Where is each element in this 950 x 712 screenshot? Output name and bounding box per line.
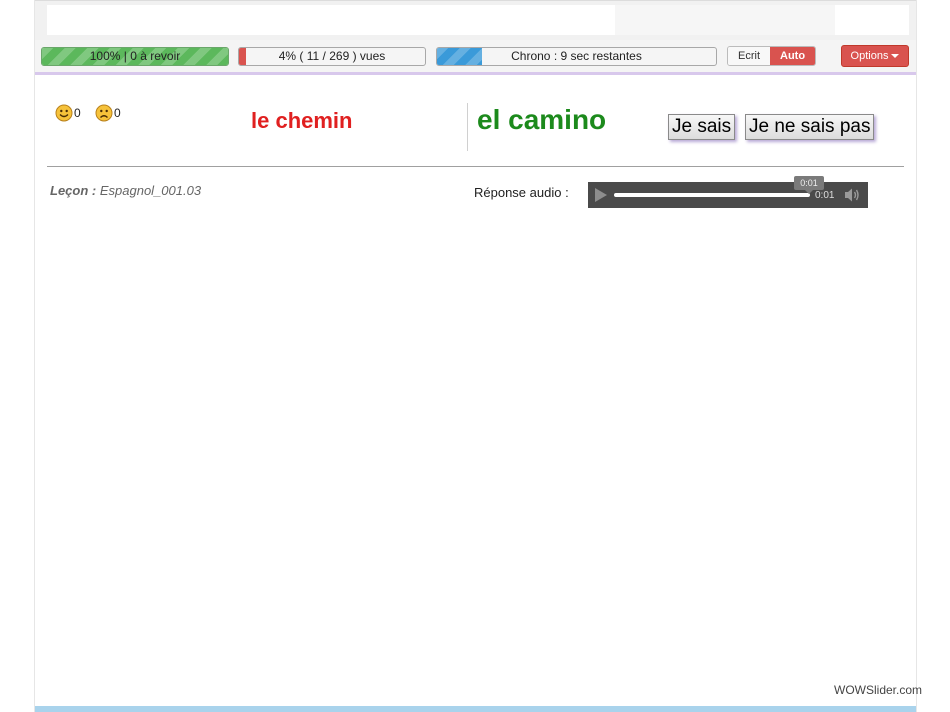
smiley-happy-icon	[55, 104, 73, 122]
smiley-sad-icon	[95, 104, 113, 122]
sad-count: 0	[114, 106, 121, 120]
seek-time-tooltip: 0:01	[794, 176, 824, 194]
chrono-progress-bar: Chrono : 9 sec restantes	[436, 47, 717, 66]
chrono-progress-text: Chrono : 9 sec restantes	[511, 49, 642, 63]
play-icon[interactable]	[595, 188, 607, 202]
header-panel-left	[47, 5, 615, 35]
mode-auto-button[interactable]: Auto	[770, 47, 816, 65]
options-label: Options	[850, 50, 889, 62]
sad-counter: 0	[95, 104, 121, 122]
header-panel-middle	[615, 5, 835, 35]
lesson-name: Espagnol_001.03	[99, 183, 202, 198]
bottom-bar	[35, 706, 916, 712]
header-panel-right	[835, 5, 909, 35]
answer-word: el camino	[477, 104, 607, 135]
views-progress-bar: 4% ( 11 / 269 ) vues	[238, 47, 426, 66]
options-button[interactable]: Options	[841, 45, 909, 67]
section-divider	[47, 166, 904, 167]
app-frame: 100% | 0 à revoir 4% ( 11 / 269 ) vues C…	[34, 0, 917, 712]
views-progress-text: 4% ( 11 / 269 ) vues	[278, 49, 386, 63]
review-progress-text: 100% | 0 à revoir	[89, 49, 181, 63]
i-know-button[interactable]: Je sais	[668, 114, 736, 140]
caret-down-icon	[891, 54, 900, 59]
audio-player: 0:01	[588, 182, 868, 208]
audio-seek-bar[interactable]	[614, 193, 810, 197]
audio-current-time: 0:01	[815, 190, 835, 201]
progress-toolbar: 100% | 0 à revoir 4% ( 11 / 269 ) vues C…	[35, 40, 916, 75]
happy-count: 0	[74, 106, 81, 120]
mode-written-button[interactable]: Ecrit	[728, 47, 770, 65]
review-progress-bar: 100% | 0 à revoir	[41, 47, 229, 66]
card-divider	[467, 103, 468, 151]
lesson-info: Leçon : Espagnol_001.03	[50, 183, 201, 198]
lesson-label: Leçon :	[50, 183, 97, 198]
i-dont-know-button[interactable]: Je ne sais pas	[745, 114, 875, 140]
volume-icon[interactable]	[843, 187, 861, 203]
header-strip	[35, 0, 916, 41]
happy-counter: 0	[55, 104, 81, 122]
mode-toggle: Ecrit Auto	[727, 46, 817, 66]
question-word: le chemin	[251, 108, 353, 133]
audio-answer-label: Réponse audio :	[474, 185, 569, 200]
watermark-text: WOWSlider.com	[834, 683, 923, 697]
